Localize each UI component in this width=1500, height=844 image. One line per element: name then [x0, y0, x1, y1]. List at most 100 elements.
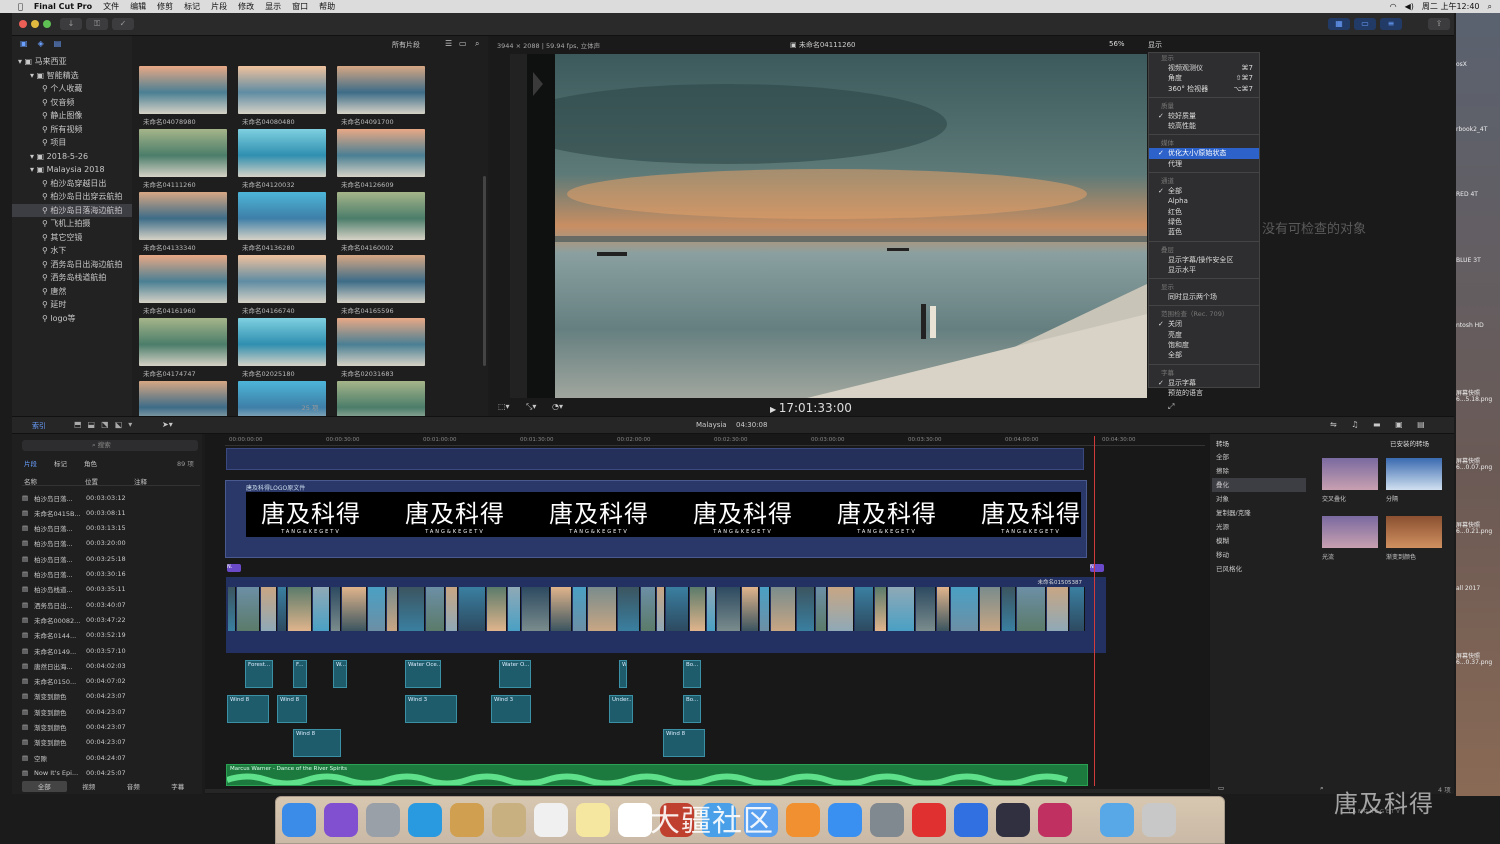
storyline-clip[interactable] [666, 587, 689, 631]
menu-item[interactable]: 关闭 [1149, 319, 1259, 330]
menu-item[interactable]: 全部 [1149, 186, 1259, 197]
library-item[interactable]: ⚲ 延时 [12, 298, 132, 312]
select-tool-icon[interactable]: ➤▾ [162, 420, 173, 429]
table-row[interactable]: ▤ 柏沙岛日落... 00:03:03:12 [22, 490, 197, 505]
storyline-clip[interactable] [828, 587, 854, 631]
library-item[interactable]: ⚲ 项目 [12, 136, 132, 150]
photos-icon[interactable]: ◈ [38, 39, 44, 51]
storyline-clip[interactable] [487, 587, 507, 631]
view-popup[interactable]: 显示 [1148, 40, 1162, 50]
clip-thumbnail[interactable] [337, 129, 425, 177]
contacts-icon[interactable] [492, 803, 526, 837]
filter-video[interactable]: 视频 [67, 781, 112, 792]
storyline-clip[interactable] [508, 587, 521, 631]
books-icon[interactable] [786, 803, 820, 837]
settings-icon[interactable] [870, 803, 904, 837]
storyline-clip[interactable] [261, 587, 277, 631]
clip-thumbnail[interactable] [139, 318, 227, 366]
speed-icon[interactable]: ◔▾ [552, 402, 563, 411]
table-row[interactable]: ▤ 未命名0415B... 00:03:08:11 [22, 505, 197, 520]
audio-clip[interactable]: W... [619, 660, 627, 688]
filmstrip-icon[interactable]: ▭ [459, 39, 467, 48]
appstore-icon[interactable] [828, 803, 862, 837]
libraries-icon[interactable]: ▣ [20, 39, 28, 51]
menu-item[interactable]: 饱和度 [1149, 340, 1259, 350]
filter-captions[interactable]: 字幕 [156, 781, 201, 792]
menu-help[interactable]: 帮助 [319, 1, 335, 12]
library-item[interactable]: ⚲ 个人收藏 [12, 82, 132, 96]
table-row[interactable]: ▤ 唐然日出海... 00:04:02:03 [22, 658, 197, 673]
library-item[interactable]: ⚲ 柏沙岛日出穿云航拍 [12, 190, 132, 204]
connection-marker[interactable]: N. [1090, 564, 1104, 572]
storyline-clip[interactable] [742, 587, 759, 631]
music-clip[interactable]: Marcus Warner - Dance of the River Spiri… [226, 764, 1088, 786]
library-item[interactable]: ⚲ 水下 [12, 244, 132, 258]
menu-item[interactable]: 角度 ⇧⌘7 [1149, 73, 1259, 83]
storyline-clip[interactable] [937, 587, 950, 631]
desktop-label[interactable]: 6...0.21.png [1456, 528, 1492, 535]
clip-thumbnail[interactable] [238, 255, 326, 303]
storyline-clip[interactable] [816, 587, 827, 631]
table-row[interactable]: ▤ 柏沙岛日落... 00:03:25:18 [22, 551, 197, 566]
menu-item[interactable]: 较高性能 [1149, 121, 1259, 131]
audio-clip[interactable]: W... [333, 660, 347, 688]
storyline-clip[interactable] [313, 587, 330, 631]
wifi-icon[interactable]: ◠ [1390, 2, 1397, 11]
library-item[interactable]: ⚲ 静止图像 [12, 109, 132, 123]
share-icon[interactable]: ⇪ [1428, 18, 1450, 30]
apple-icon[interactable]:  [18, 2, 23, 11]
table-row[interactable]: ▤ 未命名00082... 00:03:47:22 [22, 612, 197, 627]
clip-thumbnail[interactable] [337, 318, 425, 366]
effects-category[interactable]: 移动 [1212, 548, 1306, 562]
check-icon[interactable]: ✓ [112, 18, 134, 30]
search-icon[interactable]: ⌕ [1488, 2, 1492, 12]
table-row[interactable]: ▤ 柏沙岛日落... 00:03:13:15 [22, 521, 197, 536]
library-item[interactable]: ⚲ 洒务岛栈道航拍 [12, 271, 132, 285]
key-icon[interactable]: ⚿ [86, 18, 108, 30]
safari-icon[interactable] [408, 803, 442, 837]
storyline-clip[interactable] [522, 587, 550, 631]
primary-storyline[interactable]: 未命名01505387 [226, 577, 1106, 653]
title-background-clip[interactable] [226, 448, 1084, 470]
logo-title-clip[interactable]: 唐及科得LOGO原文件 唐及科得 TANG&KEGETV 唐及科得 TANG&KEGE… [225, 480, 1087, 558]
menu-item[interactable]: 视频观测仪 ⌘7 [1149, 63, 1259, 73]
storyline-clip[interactable] [618, 587, 640, 631]
netease-icon[interactable] [912, 803, 946, 837]
menu-edit[interactable]: 编辑 [130, 1, 146, 12]
menu-item[interactable]: 亮度 [1149, 330, 1259, 340]
menu-mark[interactable]: 标记 [184, 1, 200, 12]
clip-thumbnail[interactable] [139, 66, 227, 114]
audio-clip[interactable]: Under... [609, 695, 633, 723]
storyline-clip[interactable] [399, 587, 425, 631]
library-item[interactable]: ⚲ 柏沙岛穿越日出 [12, 177, 132, 191]
effect-thumbnail[interactable] [1386, 458, 1442, 490]
index-tab-clips[interactable]: 片段 [24, 458, 37, 468]
table-row[interactable]: ▤ 空隙 00:04:24:07 [22, 750, 197, 765]
table-row[interactable]: ▤ 柏沙岛日落... 00:03:20:00 [22, 536, 197, 551]
storyline-clip[interactable] [1017, 587, 1046, 631]
menu-item[interactable]: 绿色 [1149, 217, 1259, 227]
index-button[interactable]: 索引 [32, 421, 46, 431]
table-row[interactable]: ▤ 渐变到颜色 00:04:23:07 [22, 720, 197, 735]
desktop-label[interactable]: RED 4T [1456, 191, 1478, 198]
storyline-clip[interactable] [342, 587, 367, 631]
effects-category[interactable]: 叠化 [1212, 478, 1306, 492]
inspector-toggle-icon[interactable]: ≡ [1380, 18, 1402, 30]
clip-thumbnail[interactable] [238, 66, 326, 114]
table-row[interactable]: ▤ 未命名0149... 00:03:57:10 [22, 643, 197, 658]
index-search[interactable]: ⌕ 搜索 [22, 440, 198, 451]
table-row[interactable]: ▤ 柏沙岛日落... 00:03:30:16 [22, 567, 197, 582]
filter-audio[interactable]: 音频 [111, 781, 156, 792]
menu-clip[interactable]: 片段 [211, 1, 227, 12]
menu-item[interactable]: 优化大小/原始状态 [1149, 148, 1259, 159]
clip-thumbnail[interactable] [139, 255, 227, 303]
titles-icon[interactable]: ▤ [54, 39, 62, 51]
library-item[interactable]: ⚲ 洒务岛日出海边航拍 [12, 258, 132, 272]
index-tab-markers[interactable]: 标记 [54, 458, 67, 468]
clip-thumbnail[interactable] [139, 129, 227, 177]
siri-icon[interactable] [324, 803, 358, 837]
audio-clip[interactable]: Wind 8 [227, 695, 269, 723]
audio-clip[interactable]: Wind 8 [277, 695, 307, 723]
table-row[interactable]: ▤ 渐变到颜色 00:04:23:07 [22, 704, 197, 719]
trash-icon[interactable] [1142, 803, 1176, 837]
